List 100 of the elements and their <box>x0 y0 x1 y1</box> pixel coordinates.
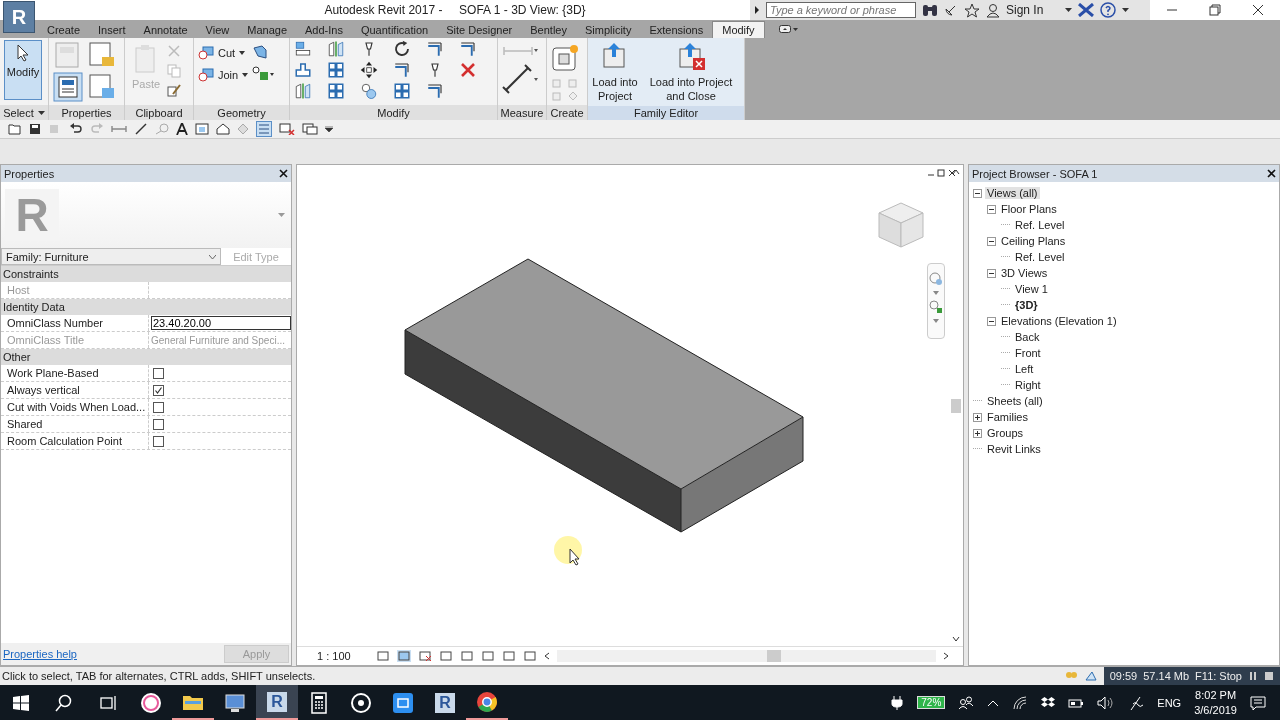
speaker-icon[interactable] <box>1097 695 1116 710</box>
undo-icon[interactable] <box>69 123 83 135</box>
properties-help-link[interactable]: Properties help <box>3 648 77 660</box>
mirror-icon[interactable] <box>327 40 345 58</box>
wifi-icon[interactable] <box>1012 695 1029 710</box>
notifications-icon[interactable] <box>1250 694 1266 711</box>
expander-icon[interactable] <box>973 428 982 438</box>
close-views-icon[interactable] <box>279 123 295 135</box>
people-icon[interactable] <box>958 695 975 710</box>
tree-item[interactable]: Floor Plans <box>999 203 1059 215</box>
measure-icon[interactable] <box>502 64 538 94</box>
scroll-thumb[interactable] <box>951 398 961 413</box>
checkbox[interactable] <box>153 367 164 379</box>
checkbox[interactable] <box>153 435 164 447</box>
ribbon-toggle-icon[interactable] <box>778 25 799 33</box>
expander-icon[interactable] <box>973 188 982 198</box>
expander-icon[interactable] <box>987 316 996 326</box>
close-icon[interactable] <box>1267 169 1276 178</box>
tree-item[interactable]: Ref. Level <box>1013 219 1067 231</box>
tree-item[interactable]: Front <box>1013 347 1043 359</box>
close-icon[interactable] <box>1252 4 1265 16</box>
exchange-icon[interactable] <box>1078 3 1095 17</box>
open-folder-icon[interactable] <box>8 123 22 135</box>
split-icon[interactable] <box>327 61 345 79</box>
component-icon[interactable] <box>551 44 579 72</box>
checkbox[interactable] <box>153 384 164 396</box>
ribbon-tab[interactable]: Create <box>38 21 90 38</box>
input-language[interactable]: ENG <box>1157 696 1182 709</box>
help-icon[interactable] <box>1100 2 1117 18</box>
trim-icon[interactable] <box>393 61 411 79</box>
offset-icon[interactable] <box>294 61 312 79</box>
chevron-up-icon[interactable] <box>987 698 1000 707</box>
view-control-icon[interactable] <box>480 650 495 662</box>
view-control-icon[interactable] <box>459 650 474 662</box>
sign-in-button[interactable]: Sign In <box>1006 3 1044 17</box>
caret-icon[interactable] <box>1122 8 1130 12</box>
clock-date[interactable]: 3/6/2019 <box>1194 702 1237 718</box>
move-icon[interactable] <box>360 61 378 79</box>
scroll-up-icon[interactable] <box>952 169 960 175</box>
binoculars-icon[interactable] <box>922 3 938 17</box>
scroll-down-icon[interactable] <box>952 636 960 642</box>
group-header[interactable]: Other <box>1 349 291 365</box>
view-scale[interactable]: 1 : 100 <box>317 650 351 662</box>
tree-item[interactable]: View 1 <box>1013 283 1050 295</box>
tree-item[interactable]: Left <box>1013 363 1036 375</box>
expander-icon[interactable] <box>987 204 996 214</box>
ribbon-tab[interactable]: Site Designer <box>437 21 522 38</box>
ribbon-tab[interactable]: Quantification <box>351 21 438 38</box>
ribbon-tab[interactable]: Manage <box>238 21 296 38</box>
ribbon-tab[interactable]: Modify <box>712 21 765 38</box>
tree-item[interactable]: Ref. Level <box>1013 251 1067 263</box>
expand-icon[interactable] <box>754 6 760 14</box>
caret-icon[interactable] <box>1065 8 1073 12</box>
selection-icon[interactable] <box>1083 670 1098 682</box>
ribbon-tab[interactable]: Insert <box>89 21 135 38</box>
pause-icon[interactable] <box>1248 671 1258 681</box>
modify-button[interactable]: Modify <box>4 40 42 100</box>
trim-icon[interactable] <box>426 82 444 100</box>
properties-icon[interactable] <box>53 72 83 102</box>
house-icon[interactable] <box>216 123 230 135</box>
search-icon[interactable] <box>55 693 73 712</box>
tree-item[interactable]: Families <box>985 411 1030 423</box>
tree-item[interactable]: Right <box>1013 379 1043 391</box>
brush-icon[interactable] <box>167 84 182 98</box>
view-control-icon[interactable] <box>375 650 390 662</box>
tree-item[interactable]: {3D} <box>1013 299 1040 311</box>
close-icon[interactable] <box>279 169 288 178</box>
view-control-icon[interactable] <box>396 650 411 662</box>
expander-icon[interactable] <box>973 412 982 422</box>
section-box-icon[interactable] <box>195 123 209 135</box>
search-field[interactable]: Type a keyword or phrase <box>766 2 916 18</box>
type-selector-dropdown[interactable]: Family: Furniture <box>1 248 221 265</box>
caret-icon[interactable] <box>325 126 333 132</box>
view-window-controls-icon[interactable] <box>927 169 957 177</box>
tree-item[interactable]: 3D Views <box>999 267 1050 279</box>
mirror-icon[interactable] <box>294 82 312 100</box>
expander-icon[interactable] <box>987 236 996 246</box>
delete-icon[interactable] <box>459 61 477 79</box>
scroll-left-icon[interactable] <box>543 652 550 660</box>
stop-icon[interactable] <box>1264 671 1274 681</box>
tree-item[interactable]: Sheets (all) <box>985 395 1045 407</box>
checkbox[interactable] <box>153 401 164 413</box>
property-input[interactable]: 23.40.20.00 <box>151 316 291 330</box>
battery-icon[interactable] <box>1068 696 1085 709</box>
aligned-dimension-icon[interactable] <box>134 123 148 135</box>
wall-join-icon[interactable] <box>252 44 269 60</box>
windows-start-icon[interactable] <box>13 694 29 711</box>
star-icon[interactable] <box>964 2 980 18</box>
ribbon-tab[interactable]: Simplicity <box>575 21 641 38</box>
save-icon[interactable] <box>29 123 41 135</box>
scroll-right-icon[interactable] <box>943 652 949 660</box>
ribbon-tab[interactable]: View <box>196 21 239 38</box>
join-button[interactable]: Join <box>198 66 249 84</box>
split-icon[interactable] <box>327 82 345 100</box>
pen-icon[interactable] <box>1128 694 1145 711</box>
taskbar-app[interactable]: R <box>424 685 466 720</box>
dropbox-icon[interactable] <box>1041 695 1056 710</box>
text-icon[interactable] <box>176 123 188 135</box>
zoom-icon[interactable] <box>929 300 943 314</box>
view-control-icon[interactable] <box>522 650 537 662</box>
